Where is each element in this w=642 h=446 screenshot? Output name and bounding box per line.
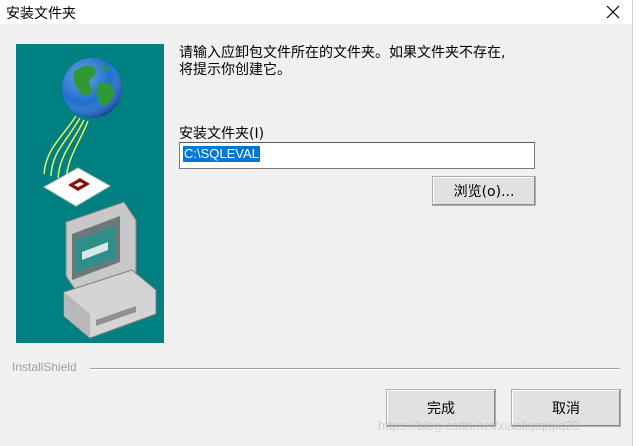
folder-label: 安装文件夹(I) — [179, 126, 265, 142]
computer-icon — [63, 201, 157, 339]
instruction-line: 将提示你创建它。 — [179, 62, 291, 78]
instruction-line: 请输入应卸包文件所在的文件夹。如果文件夹不存在, — [179, 45, 506, 61]
install-folder-input[interactable]: C:\SQLEVAL — [179, 142, 535, 169]
install-folder-dialog: 安装文件夹 请输入应卸包文件所在的文件夹。如果文件夹不存在, 将提示你创建它。 … — [0, 0, 632, 446]
installshield-brand: InstallShield — [12, 360, 77, 374]
brand-divider — [90, 368, 620, 370]
setup-illustration — [16, 44, 164, 343]
close-icon — [606, 5, 620, 19]
folder-input-value: C:\SQLEVAL — [183, 146, 260, 162]
title-bar: 安装文件夹 — [0, 0, 632, 24]
globe-icon — [62, 58, 122, 118]
close-button[interactable] — [600, 0, 626, 24]
instruction-text: 请输入应卸包文件所在的文件夹。如果文件夹不存在, 将提示你创建它。 — [179, 45, 549, 79]
browse-button[interactable]: 浏览(o)... — [432, 176, 536, 206]
watermark-text: https://blog.csdn.net/xiaoliqiqiqiq20 — [378, 418, 580, 433]
background-window-edge — [632, 0, 642, 446]
window-title: 安装文件夹 — [6, 6, 76, 22]
disk-card-icon — [42, 167, 112, 207]
